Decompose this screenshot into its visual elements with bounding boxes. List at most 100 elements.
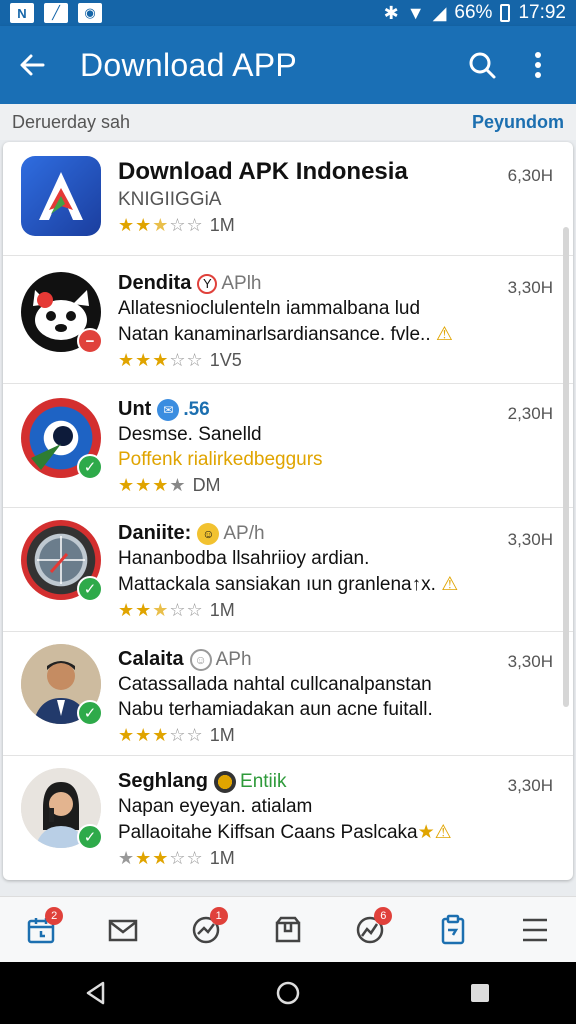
- chat-icon: ✉: [157, 398, 180, 421]
- notification-badge: 6: [374, 906, 393, 925]
- back-button[interactable]: [0, 26, 64, 104]
- circle-home-icon: [276, 981, 300, 1005]
- app-bar: Download APP: [0, 26, 576, 104]
- scrollbar[interactable]: [563, 227, 569, 707]
- list-item[interactable]: ✓ Unt ✉ .56 Desmse. Sanelld Poffenk rialir…: [3, 384, 573, 508]
- battery-level: 66%: [454, 2, 493, 23]
- app-title: Calaita: [118, 648, 184, 670]
- download-count: 1M: [209, 215, 235, 235]
- rating: ★★★☆☆ 1M: [118, 215, 503, 236]
- app-tag: Entiik: [240, 770, 287, 792]
- page-title: Download APP: [80, 46, 298, 83]
- time-label: 3,30H: [507, 776, 553, 795]
- star-rating: ★★★☆☆: [118, 848, 204, 868]
- star-rating: ★★★★: [118, 475, 187, 495]
- star-rating: ★★★☆☆: [118, 350, 204, 370]
- battery-icon: [500, 4, 511, 22]
- clipboard-icon: [441, 914, 464, 944]
- rating: ★★★☆☆ 1M: [118, 848, 503, 869]
- verified-badge-icon: ✓: [77, 454, 103, 480]
- app-tag: .56: [183, 398, 210, 420]
- list-item[interactable]: ✓ Calaita ☺ APh Catassallada nahtal cullca…: [3, 632, 573, 756]
- time-label: 3,30H: [507, 278, 553, 297]
- notification-badge: 1: [209, 906, 228, 925]
- search-icon: [469, 52, 496, 79]
- app-description: Desmse. Sanelld: [118, 424, 262, 445]
- app-title: Daniite:: [118, 522, 192, 544]
- nav-stats[interactable]: 6: [345, 905, 395, 955]
- header-link[interactable]: Peyundom: [472, 112, 564, 133]
- notification-n-icon: N: [10, 3, 34, 23]
- app-title: Seghlang: [118, 770, 209, 792]
- search-button[interactable]: [458, 41, 506, 89]
- system-recents-button[interactable]: [450, 963, 510, 1023]
- app-title: Unt: [118, 398, 152, 420]
- nav-menu[interactable]: [510, 905, 560, 955]
- app-title: Dendita: [118, 272, 192, 294]
- star-warning-icon: ★⚠: [417, 822, 452, 843]
- list-item[interactable]: ✓ Daniite: ☺ AP/h Hananbodba llsahriioy ar…: [3, 508, 573, 632]
- app-tag: AP/h: [223, 522, 265, 544]
- download-count: 1M: [209, 600, 235, 620]
- nav-mail[interactable]: [98, 905, 148, 955]
- app-description: Nabu terhamiadakan aun acne fuitall.: [118, 699, 433, 720]
- tag-icon: Y: [197, 273, 218, 294]
- rating: ★★★☆☆ 1V5: [118, 350, 503, 371]
- nav-clipboard[interactable]: [428, 905, 478, 955]
- list-item[interactable]: ✓ Seghlang Entiik Napan eyeyan. atialam P…: [3, 756, 573, 880]
- app-description: Allatesnioclulenteln iammalbana lud: [118, 298, 421, 319]
- download-count: DM: [192, 475, 221, 495]
- warning-icon: ⚠: [441, 574, 459, 595]
- app-description: Napan eyeyan. atialam: [118, 796, 313, 817]
- verified-badge-icon: ✓: [77, 824, 103, 850]
- notification-badge: 2: [45, 906, 64, 925]
- app-subtitle: KNIGIIGGiA: [118, 189, 222, 210]
- status-bar: N ╱ ◉ ✱ ▼ ◢ 66% 17:92: [0, 0, 576, 26]
- time-label: 3,30H: [507, 652, 553, 671]
- more-vert-icon: [535, 52, 541, 78]
- nav-box[interactable]: [263, 905, 313, 955]
- bottom-navigation: 2 1 6: [0, 896, 576, 962]
- star-rating: ★★★☆☆: [118, 215, 204, 235]
- mail-icon: [109, 919, 138, 941]
- time-label: 3,30H: [507, 530, 553, 549]
- apk-logo-icon: [21, 156, 101, 236]
- rating: ★★★☆☆ 1M: [118, 600, 503, 621]
- star-rating: ★★★☆☆: [118, 725, 204, 745]
- user-circle-icon: ☺: [189, 648, 212, 671]
- app-description: Mattackala sansiakan ıun granlena↑x.: [118, 574, 436, 595]
- time-label: 2,30H: [507, 404, 553, 423]
- app-tag: APh: [215, 648, 252, 670]
- rating: ★★★★ DM: [118, 475, 503, 496]
- globe-icon: [214, 770, 237, 793]
- download-count: 1M: [209, 725, 235, 745]
- app-description: Poffenk rialirkedbeggurs: [118, 449, 323, 470]
- nav-calendar[interactable]: 2: [16, 905, 66, 955]
- app-list: Download APK Indonesia KNIGIIGGiA ★★★☆☆ …: [3, 142, 573, 880]
- notification-camera-icon: ◉: [78, 3, 102, 23]
- system-back-button[interactable]: [66, 963, 126, 1023]
- star-rating: ★★★☆☆: [118, 600, 204, 620]
- verified-badge-icon: ✓: [77, 576, 103, 602]
- list-item[interactable]: Download APK Indonesia KNIGIIGGiA ★★★☆☆ …: [3, 142, 573, 256]
- clock: 17:92: [518, 2, 566, 23]
- bluetooth-icon: ✱: [383, 3, 399, 23]
- wifi-icon: ▼: [406, 3, 425, 23]
- system-home-button[interactable]: [258, 963, 318, 1023]
- arrow-left-icon: [20, 54, 45, 76]
- menu-icon: [522, 918, 547, 941]
- square-recents-icon: [471, 984, 489, 1002]
- list-item[interactable]: − Dendita Y APlh Allatesnioclulenteln iamm…: [3, 256, 573, 384]
- warning-icon: ⚠: [435, 324, 453, 345]
- time-label: 6,30H: [507, 166, 553, 185]
- app-description: Catassallada nahtal cullcanalpanstan: [118, 674, 432, 695]
- download-count: 1M: [209, 848, 235, 868]
- nav-activity[interactable]: 1: [181, 905, 231, 955]
- emoji-icon: ☺: [197, 522, 220, 545]
- app-title: Download APK Indonesia: [118, 158, 408, 185]
- verified-badge-icon: ✓: [77, 700, 103, 726]
- download-count: 1V5: [209, 350, 242, 370]
- more-options-button[interactable]: [514, 41, 562, 89]
- app-description: Pallaoitahe Kiffsan Caans Paslcaka: [118, 822, 418, 843]
- triangle-back-icon: [86, 981, 105, 1005]
